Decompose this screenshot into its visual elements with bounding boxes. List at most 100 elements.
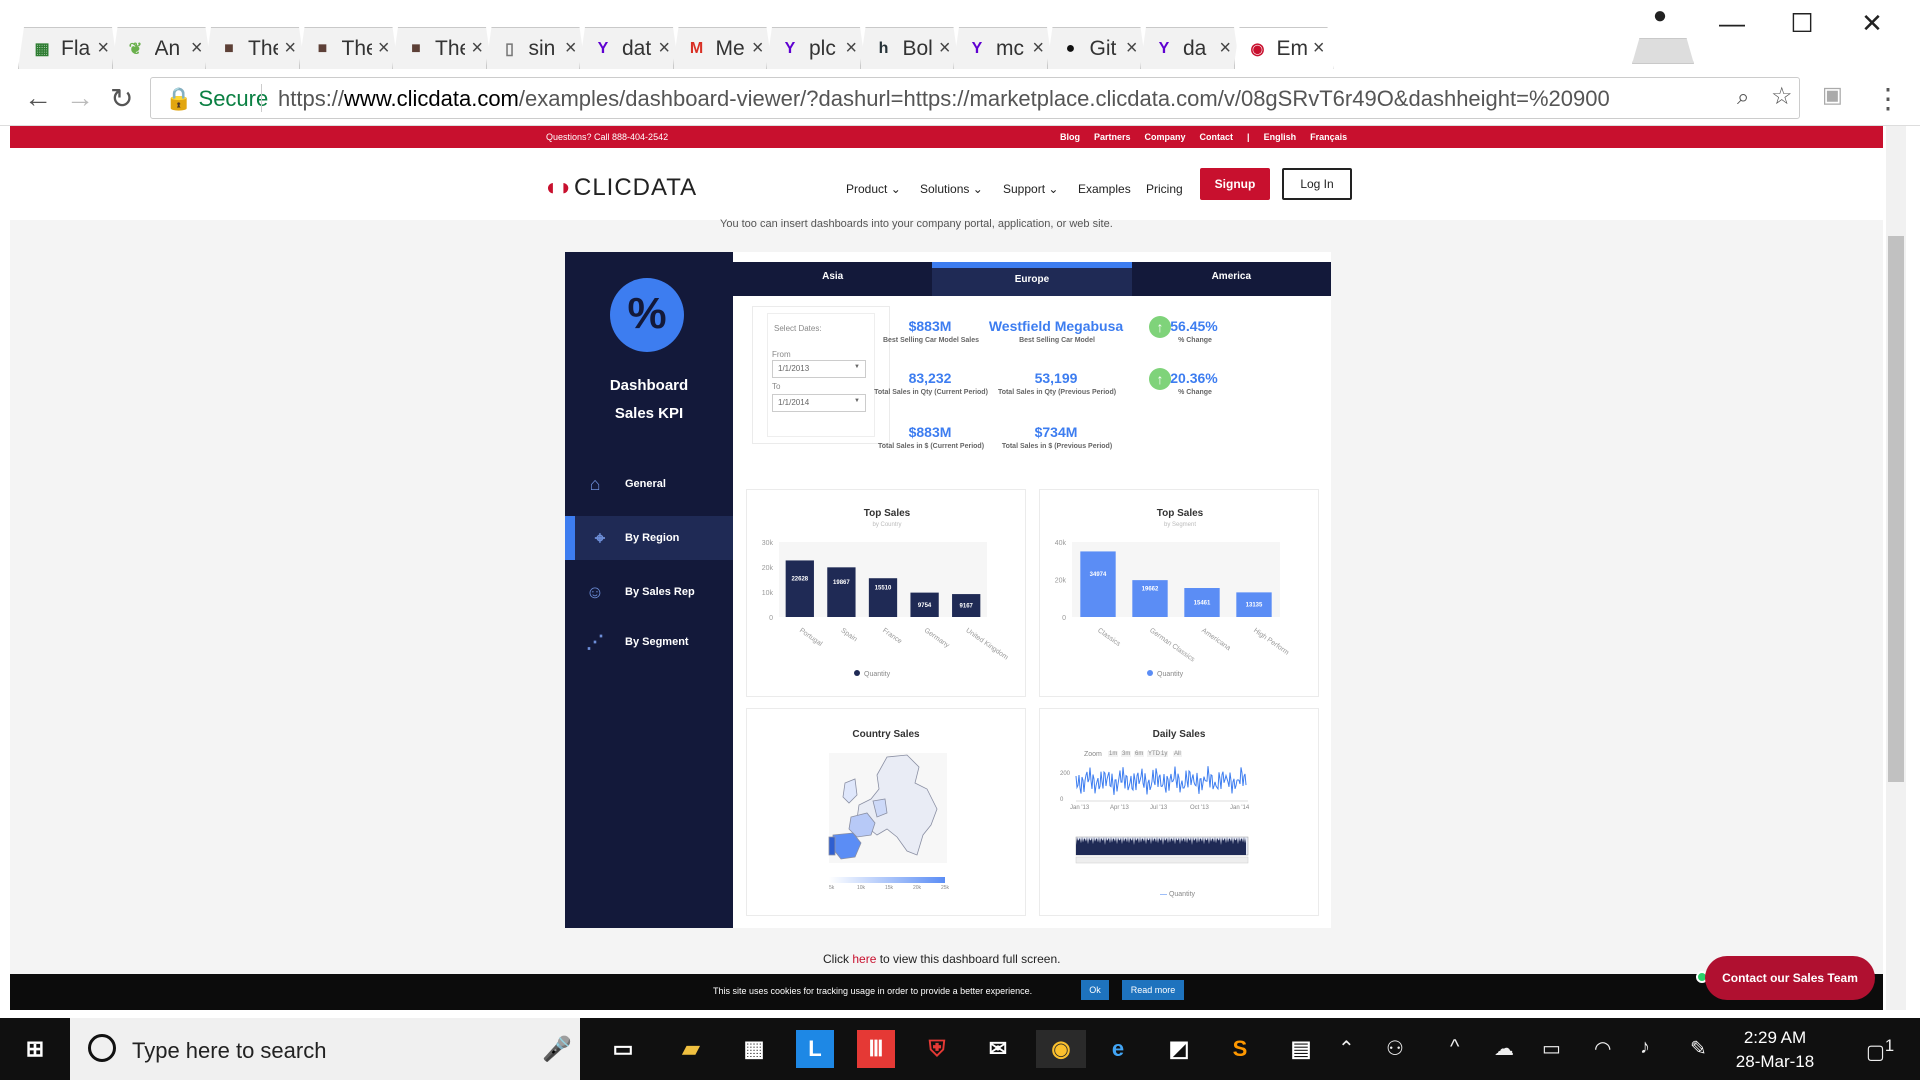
forward-button[interactable]: → [66, 82, 94, 114]
chrome-menu-icon[interactable]: ⋮ [1874, 82, 1902, 115]
cookie-ok-button[interactable]: Ok [1081, 980, 1109, 1000]
tray-expand-icon[interactable]: ^ [1450, 1036, 1459, 1059]
top-link[interactable]: Blog [1060, 132, 1080, 142]
url-text[interactable]: https://www.clicdata.com/examples/dashbo… [278, 86, 1610, 112]
tab-asia[interactable]: Asia [733, 262, 932, 296]
maximize-button[interactable]: ☐ [1782, 8, 1822, 39]
browser-tab[interactable]: Ymc × [953, 27, 1053, 69]
nav-product[interactable]: Product ⌄ [846, 182, 901, 196]
browser-tab[interactable]: ■ The × [392, 27, 492, 69]
browser-tab[interactable]: ▯ sin × [485, 27, 586, 69]
x-tick-label: Classics [1096, 627, 1122, 648]
top-sales-segment-chart: Top Sales by Segment 40k 20k 0 34974 Classics 1… [1055, 508, 1290, 678]
top-link[interactable]: Français [1310, 132, 1347, 142]
taskbar-search[interactable]: Type here to search 🎤 [70, 1018, 580, 1080]
browser-tab[interactable]: ❦ An × [111, 27, 212, 69]
cookie-read-more-button[interactable]: Read more [1122, 980, 1184, 1000]
top-link[interactable]: Contact [1200, 132, 1234, 142]
extension-icon[interactable]: ▣ [1822, 82, 1843, 108]
browser-tab[interactable]: Yda × [1140, 27, 1240, 69]
scrollbar-thumb[interactable] [1888, 236, 1904, 782]
internet-explorer-icon[interactable]: e [1099, 1030, 1137, 1068]
sidebar-item-by-region[interactable]: ⌖ By Region [565, 516, 733, 560]
browser-tab[interactable]: Ydat × [579, 27, 679, 69]
address-bar[interactable]: 🔒 Secure https://www.clicdata.com/exampl… [150, 77, 1800, 119]
tab-america[interactable]: America [1132, 262, 1331, 296]
top-link[interactable]: Company [1145, 132, 1186, 142]
app-red-icon[interactable]: Ⅲ [857, 1030, 895, 1068]
app-l-icon[interactable]: L [796, 1030, 834, 1068]
sublime-icon[interactable]: S [1221, 1030, 1259, 1068]
volume-icon[interactable]: ♪ [1640, 1036, 1650, 1059]
tab-close-icon[interactable]: × [565, 37, 577, 60]
tab-close-icon[interactable]: × [284, 37, 296, 60]
tab-close-icon[interactable]: × [1313, 37, 1325, 60]
new-tab-button[interactable] [1632, 38, 1694, 64]
people-icon[interactable]: ⚇ [1386, 1036, 1404, 1061]
zoom-icon[interactable]: ⌕ [1737, 84, 1749, 110]
task-view-icon[interactable]: ▭ [604, 1030, 642, 1068]
tab-close-icon[interactable]: × [845, 37, 857, 60]
mail-icon[interactable]: ✉ [979, 1030, 1017, 1068]
wifi-icon[interactable]: ◠ [1594, 1036, 1611, 1061]
tab-close-icon[interactable]: × [1126, 37, 1138, 60]
reload-button[interactable]: ↻ [110, 82, 133, 115]
page-scrollbar[interactable] [1886, 126, 1906, 1010]
windows-start-icon[interactable]: ⊞ [16, 1030, 54, 1068]
browser-tab[interactable]: h Bol × [859, 27, 960, 69]
map-region-portugal[interactable] [828, 836, 836, 856]
clicdata-logo[interactable]: ◖◗CLICDATA [543, 174, 697, 202]
taskbar-clock[interactable]: 2:29 AM 28-Mar-18 [1720, 1026, 1830, 1074]
browser-tab[interactable]: ■ The × [298, 27, 399, 69]
chevron-up-icon[interactable]: ⌃ [1338, 1036, 1355, 1061]
nav-pricing[interactable]: Pricing [1146, 182, 1183, 196]
tab-close-icon[interactable]: × [752, 37, 764, 60]
browser-tab[interactable]: ▦ Fla × [18, 27, 118, 69]
back-button[interactable]: ← [24, 82, 52, 114]
notes-icon[interactable]: ◩ [1160, 1030, 1198, 1068]
tab-close-icon[interactable]: × [97, 37, 109, 60]
tab-close-icon[interactable]: × [471, 37, 483, 60]
tab-close-icon[interactable]: × [1032, 37, 1044, 60]
secure-indicator[interactable]: 🔒 Secure [165, 86, 268, 112]
nav-solutions[interactable]: Solutions ⌄ [920, 182, 983, 196]
browser-tab[interactable]: Yplc × [766, 27, 866, 69]
browser-tab[interactable]: ● Git × [1046, 27, 1147, 69]
to-date-select[interactable]: 1/1/2014 ▼ [772, 394, 866, 412]
tab-close-icon[interactable]: × [939, 37, 951, 60]
microphone-icon[interactable]: 🎤 [542, 1035, 572, 1064]
nav-support[interactable]: Support ⌄ [1003, 182, 1058, 196]
fullscreen-link[interactable]: here [852, 952, 876, 966]
browser-tab[interactable]: M Me × [672, 27, 773, 69]
minimize-button[interactable]: — [1712, 8, 1752, 39]
signup-button[interactable]: Signup [1200, 168, 1270, 200]
file-explorer-icon[interactable]: ▰ [672, 1030, 710, 1068]
terminal-icon[interactable]: ▤ [1282, 1030, 1320, 1068]
top-link[interactable]: Partners [1094, 132, 1131, 142]
close-window-button[interactable]: ✕ [1852, 8, 1892, 39]
browser-tab[interactable]: ■ The × [205, 27, 305, 69]
tab-close-icon[interactable]: × [1219, 37, 1231, 60]
chrome-icon[interactable]: ◉ [1036, 1030, 1086, 1068]
tab-close-icon[interactable]: × [191, 37, 203, 60]
browser-tab[interactable]: ◉ Em × [1233, 27, 1334, 69]
bookmark-star-icon[interactable]: ☆ [1771, 82, 1793, 111]
pen-icon[interactable]: ✎ [1690, 1036, 1707, 1061]
tab-europe[interactable]: Europe [932, 262, 1132, 296]
sidebar-item-by-sales-rep[interactable]: ☺ By Sales Rep [565, 570, 733, 614]
top-link[interactable]: English [1264, 132, 1297, 142]
sidebar-item-by-segment[interactable]: ⋰ By Segment [565, 620, 733, 664]
sidebar-item-general[interactable]: ⌂ General [565, 462, 733, 506]
tab-close-icon[interactable]: × [378, 37, 390, 60]
contact-sales-button[interactable]: Contact our Sales Team [1705, 956, 1875, 1000]
store-icon[interactable]: ▦ [735, 1030, 773, 1068]
notifications-icon[interactable]: ▢1 [1866, 1036, 1894, 1065]
tab-close-icon[interactable]: × [658, 37, 670, 60]
nav-examples[interactable]: Examples [1078, 182, 1131, 196]
profile-icon[interactable]: ● [1640, 2, 1680, 30]
onedrive-icon[interactable]: ☁ [1494, 1036, 1514, 1061]
from-date-select[interactable]: 1/1/2013 ▼ [772, 360, 866, 378]
mcafee-icon[interactable]: ⛨ [918, 1030, 956, 1068]
login-button[interactable]: Log In [1282, 168, 1352, 200]
battery-icon[interactable]: ▭ [1542, 1036, 1561, 1061]
